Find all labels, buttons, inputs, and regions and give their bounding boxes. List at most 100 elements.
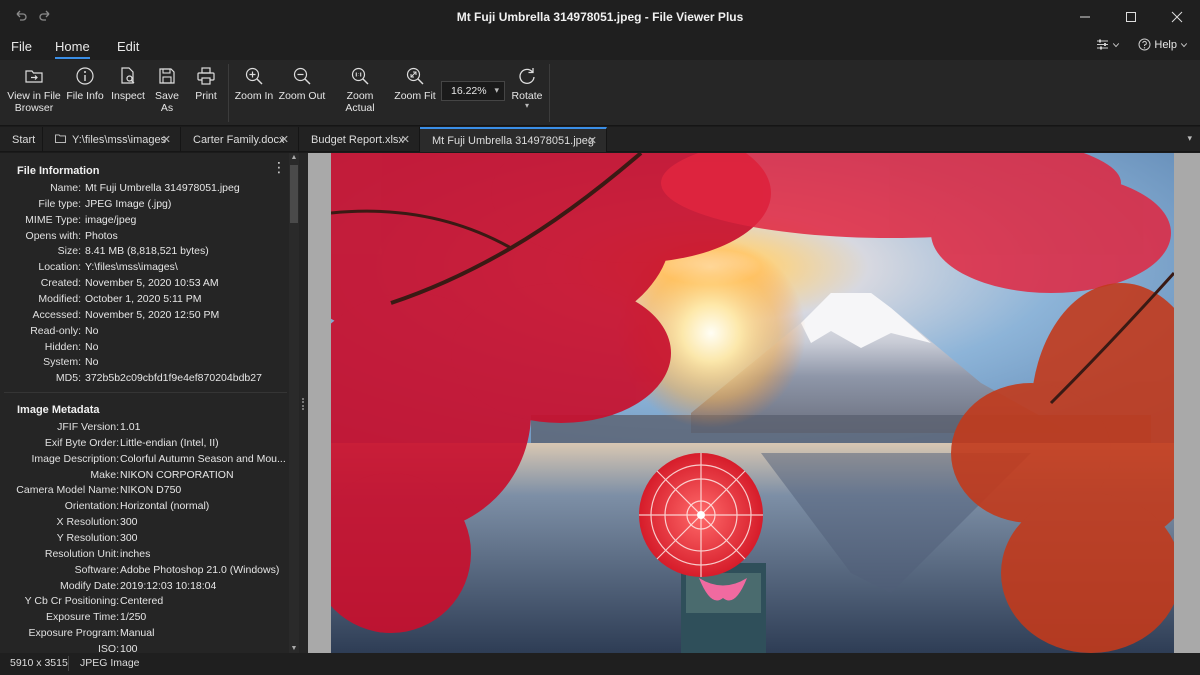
info-key: Exposure Program:: [28, 627, 119, 640]
close-tab-icon[interactable]: ✕: [280, 133, 289, 146]
tab-list-chevron-icon[interactable]: ▾: [1187, 133, 1192, 144]
info-row: Image Description: Colorful Autumn Season…: [0, 453, 290, 469]
info-key: Y Resolution:: [56, 531, 119, 544]
info-value[interactable]: Adobe Photoshop 21.0 (Windows): [120, 564, 279, 576]
info-value[interactable]: 300: [120, 516, 138, 528]
grip-icon: [302, 398, 305, 410]
info-value[interactable]: Mt Fuji Umbrella 314978051.jpeg: [85, 182, 240, 194]
info-row: Hidden: No: [0, 341, 290, 357]
zoom-actual-icon: [351, 67, 369, 85]
file-info-button[interactable]: File Info: [65, 66, 105, 102]
info-value[interactable]: No: [85, 356, 98, 368]
zoom-out-button[interactable]: Zoom Out: [278, 66, 326, 102]
info-row: Y Resolution: 300: [0, 532, 290, 548]
info-value[interactable]: JPEG Image (.jpg): [85, 198, 171, 210]
info-value[interactable]: 1/250: [120, 611, 146, 623]
menu-file[interactable]: File: [11, 39, 32, 54]
folder-icon: [55, 133, 66, 146]
window-controls: [1062, 0, 1200, 33]
info-value[interactable]: NIKON D750: [120, 484, 181, 496]
info-row: System: No: [0, 356, 290, 372]
tab-images-folder[interactable]: Y:\files\mss\images ✕: [43, 127, 181, 152]
tab-carter-family[interactable]: Carter Family.docx ✕: [181, 127, 299, 152]
inspect-button[interactable]: Inspect: [110, 66, 146, 102]
minimize-button[interactable]: [1062, 0, 1108, 33]
tab-start[interactable]: Start: [0, 127, 43, 152]
scrollbar-thumb[interactable]: [290, 165, 298, 223]
info-row: Make: NIKON CORPORATION: [0, 469, 290, 485]
zoom-fit-icon: [406, 67, 424, 85]
section-divider: [4, 392, 287, 393]
maximize-icon: [1126, 11, 1136, 22]
chevron-down-icon: ▾: [494, 85, 499, 95]
info-value[interactable]: November 5, 2020 10:53 AM: [85, 277, 219, 289]
rotate-button[interactable]: Rotate ▾: [510, 66, 544, 110]
info-row: Accessed: November 5, 2020 12:50 PM: [0, 309, 290, 325]
info-value[interactable]: 8.41 MB (8,818,521 bytes): [85, 245, 209, 257]
info-value[interactable]: 1.01: [120, 421, 140, 433]
menu-edit[interactable]: Edit: [117, 39, 139, 54]
info-value[interactable]: Manual: [120, 627, 154, 639]
info-key: Exposure Time:: [46, 611, 119, 624]
panel-splitter[interactable]: [300, 153, 308, 653]
scroll-down-icon[interactable]: ▼: [290, 645, 298, 652]
print-button[interactable]: Print: [190, 66, 222, 102]
zoom-out-icon: [293, 67, 311, 85]
tab-mt-fuji-umbrella[interactable]: Mt Fuji Umbrella 314978051.jpeg ✕: [420, 127, 607, 152]
window-title: Mt Fuji Umbrella 314978051.jpeg - File V…: [456, 10, 744, 24]
info-value[interactable]: October 1, 2020 5:11 PM: [85, 293, 202, 305]
info-value[interactable]: Colorful Autumn Season and Mou...: [120, 453, 286, 465]
info-value[interactable]: November 5, 2020 12:50 PM: [85, 309, 219, 321]
info-value[interactable]: 372b5b2c09cbfd1f9e4ef870204bdb27: [85, 372, 262, 384]
close-tab-icon[interactable]: ✕: [401, 133, 410, 146]
image-viewer[interactable]: [308, 153, 1200, 653]
info-value[interactable]: 100: [120, 643, 138, 653]
maximize-button[interactable]: [1108, 0, 1154, 33]
info-value[interactable]: inches: [120, 548, 150, 560]
zoom-fit-label: Zoom Fit: [394, 90, 436, 102]
tab-budget-report[interactable]: Budget Report.xlsx ✕: [299, 127, 420, 152]
undo-icon[interactable]: [14, 9, 28, 26]
info-row: Exposure Time: 1/250: [0, 611, 290, 627]
scroll-up-icon[interactable]: ▲: [290, 154, 298, 161]
info-row: Exposure Program: Manual: [0, 627, 290, 643]
info-value[interactable]: 2019:12:03 10:18:04: [120, 580, 216, 592]
info-value[interactable]: No: [85, 341, 98, 353]
menu-right-controls: Help: [1096, 38, 1188, 51]
zoom-level-select[interactable]: 16.22% ▾: [441, 81, 505, 101]
settings-dropdown[interactable]: [1096, 38, 1120, 51]
info-value[interactable]: No: [85, 325, 98, 337]
redo-icon[interactable]: [38, 9, 52, 26]
info-value[interactable]: Little-endian (Intel, II): [120, 437, 219, 449]
info-row: JFIF Version: 1.01: [0, 421, 290, 437]
file-info-label: File Info: [66, 90, 104, 102]
info-row: Read-only: No: [0, 325, 290, 341]
close-tab-icon[interactable]: ✕: [162, 133, 171, 146]
more-options-icon[interactable]: ⋮: [272, 159, 286, 176]
info-value[interactable]: Y:\files\mss\images\: [85, 261, 178, 273]
info-row: Resolution Unit: inches: [0, 548, 290, 564]
info-value[interactable]: Centered: [120, 595, 163, 607]
zoom-in-button[interactable]: Zoom In: [233, 66, 275, 102]
info-value[interactable]: Horizontal (normal): [120, 500, 209, 512]
title-bar: Mt Fuji Umbrella 314978051.jpeg - File V…: [0, 0, 1200, 33]
info-row: Exif Byte Order: Little-endian (Intel, II…: [0, 437, 290, 453]
info-row: MIME Type: image/jpeg: [0, 214, 290, 230]
close-button[interactable]: [1154, 0, 1200, 33]
zoom-actual-button[interactable]: Zoom Actual: [331, 66, 389, 114]
status-bar: 5910 x 3515 JPEG Image: [0, 653, 1200, 675]
panel-scrollbar[interactable]: ▲ ▼: [289, 153, 299, 653]
info-value[interactable]: NIKON CORPORATION: [120, 469, 234, 481]
zoom-out-label: Zoom Out: [278, 90, 326, 102]
info-row: Size: 8.41 MB (8,818,521 bytes): [0, 245, 290, 261]
info-value[interactable]: image/jpeg: [85, 214, 136, 226]
save-as-button[interactable]: Save As: [149, 66, 185, 114]
help-dropdown[interactable]: Help: [1138, 38, 1188, 51]
info-value[interactable]: 300: [120, 532, 138, 544]
info-value[interactable]: Photos: [85, 230, 118, 242]
menu-home[interactable]: Home: [55, 39, 90, 59]
close-tab-icon[interactable]: ✕: [588, 134, 597, 147]
zoom-fit-button[interactable]: Zoom Fit: [394, 66, 436, 102]
info-icon: [76, 67, 94, 85]
view-in-file-browser-button[interactable]: View in File Browser: [6, 66, 62, 114]
